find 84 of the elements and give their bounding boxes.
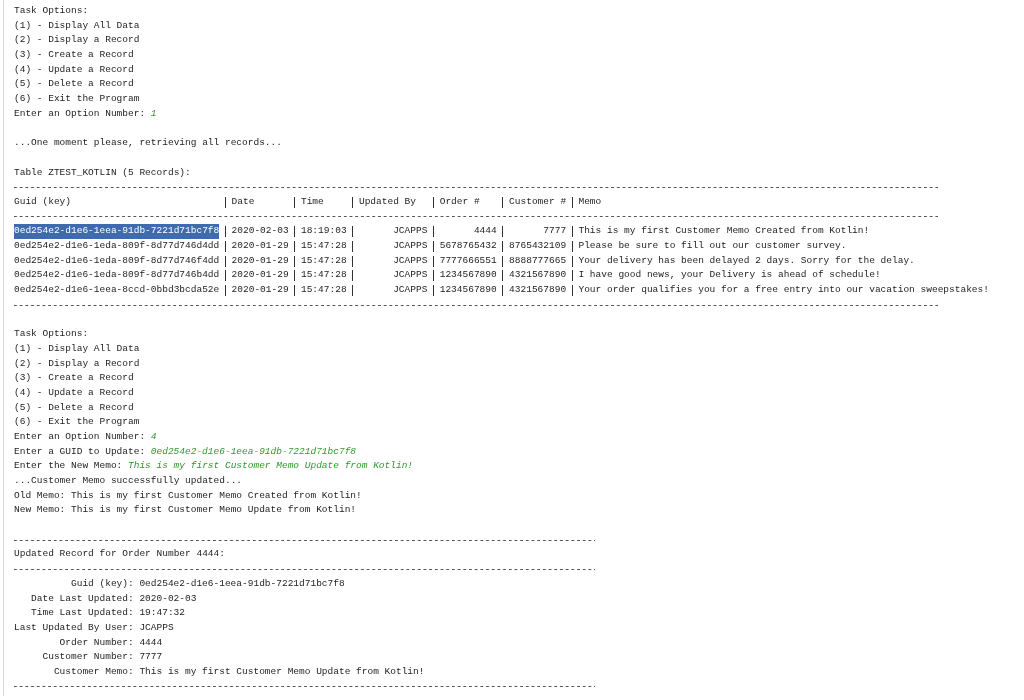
field-value: 0ed254e2-d1e6-1eea-91db-7221d71bc7f8: [139, 576, 345, 591]
column-header: Memo: [578, 194, 602, 209]
column-header: Date: [231, 194, 255, 209]
prompt-text: Enter an Option Number:: [14, 106, 146, 121]
console-text: (5) - Delete a Record: [14, 400, 134, 415]
field-label: Last Updated By User:: [14, 620, 134, 635]
table-cell: JCAPPS: [393, 283, 428, 298]
table-cell-text: JCAPPS: [393, 268, 428, 283]
field-value: 19:47:32: [139, 606, 185, 621]
console-text: ...One moment please, retrieving all records...: [14, 136, 282, 151]
console-text: (3) - Create a Record: [14, 371, 134, 386]
table-cell-text: Please be sure to fill out our customer survey.: [578, 239, 847, 253]
input-value: 0ed254e2-d1e6-1eea-91db-7221d71bc7f8: [150, 444, 357, 459]
table-cell: 15:47:28: [300, 283, 347, 298]
table-cell-text: 8888777665: [509, 253, 567, 268]
prompt-text: Enter an Option Number:: [14, 429, 146, 444]
table-cell: 4444: [473, 224, 497, 239]
console-text: New Memo: This is my first Customer Memo Update from Kotlin!: [14, 503, 357, 518]
table-cell-text: 2020-01-29: [231, 239, 289, 253]
field-label: Order Number:: [58, 635, 134, 650]
column-header: Order #: [439, 194, 480, 209]
table-cell: Your order qualifies you for a free entry into our vacation sweepstakes!: [578, 283, 989, 298]
table-cell-text: 5678765432: [439, 239, 497, 253]
field-value: 7777: [139, 650, 163, 665]
table-cell-text: 15:47:28: [300, 268, 347, 283]
console-text: Task Options:: [14, 4, 89, 18]
table-cell-text: 2020-01-29: [231, 253, 289, 268]
table-cell-text: I have good news, your Delivery is ahead of schedule!: [578, 268, 881, 283]
column-header: Guid (key): [14, 194, 71, 209]
input-value: 4: [150, 429, 157, 444]
field-label: Date Last Updated:: [30, 591, 134, 606]
table-cell-text: 4321567890: [509, 268, 567, 283]
console-text: (4) - Update a Record: [14, 62, 134, 77]
prompt-text: Enter a GUID to Update:: [14, 444, 146, 459]
field-value: This is my first Customer Memo Update from Kotlin!: [139, 664, 425, 679]
table-cell-text: 0ed254e2-d1e6-1eda-809f-8d77d746f4dd: [14, 253, 220, 268]
field-label: Time Last Updated:: [30, 606, 134, 621]
console-text: (1) - Display All Data: [14, 18, 140, 33]
console-text: Old Memo: This is my first Customer Memo Created from Kotlin!: [14, 488, 362, 503]
field-label: Customer Number:: [41, 650, 134, 665]
console-text: Updated Record for Order Number 4444:: [14, 547, 225, 562]
column-header: Updated By: [358, 194, 416, 209]
column-header: Time: [300, 194, 324, 209]
table-cell: 0ed254e2-d1e6-1eea-91db-7221d71bc7f8: [14, 224, 220, 239]
table-cell-text: 15:47:28: [300, 239, 347, 253]
table-cell-text: JCAPPS: [393, 253, 428, 268]
table-cell-text: 2020-01-29: [231, 268, 289, 283]
table-cell: 2020-01-29: [231, 283, 289, 298]
table-cell-text: JCAPPS: [393, 239, 428, 253]
table-cell: 1234567890: [439, 283, 497, 298]
field-label: Customer Memo:: [52, 664, 134, 679]
console-text: Task Options:: [14, 327, 89, 342]
table-cell: JCAPPS: [393, 224, 428, 239]
table-cell: 7777: [543, 224, 567, 239]
table-cell-text: 7777666551: [439, 253, 497, 268]
console-text: (1) - Display All Data: [14, 341, 140, 356]
table-cell: 2020-02-03: [231, 224, 289, 239]
console-text: Table ZTEST_KOTLIN (5 Records):: [14, 165, 191, 180]
table-cell: 4321567890: [509, 283, 567, 298]
console-text: (6) - Exit the Program: [14, 92, 140, 107]
table-cell-text: 0ed254e2-d1e6-1eda-809f-8d77d746d4dd: [14, 239, 220, 253]
table-cell-text: 0ed254e2-d1e6-1eda-809f-8d77d746b4dd: [14, 268, 220, 283]
field-value: JCAPPS: [139, 620, 174, 635]
console-text: (6) - Exit the Program: [14, 415, 140, 430]
field-label: Guid (key):: [70, 576, 134, 591]
table-cell-text: 8765432109: [509, 239, 567, 253]
table-cell: 0ed254e2-d1e6-1eea-8ccd-0bbd3bcda52e: [14, 283, 220, 298]
field-value: 4444: [139, 635, 163, 650]
console-text: (4) - Update a Record: [14, 385, 134, 400]
field-value: 2020-02-03: [139, 591, 197, 606]
table-cell-text: Your delivery has been delayed 2 days. Sorry for the delay.: [578, 253, 915, 268]
console-text: (3) - Create a Record: [14, 48, 134, 63]
input-value: 1: [150, 106, 157, 121]
table-cell-text: 15:47:28: [300, 253, 347, 268]
console-text: (2) - Display a Record: [14, 33, 140, 48]
column-header: Customer #: [509, 194, 567, 209]
console-text: (5) - Delete a Record: [14, 77, 134, 92]
console-text: ...Customer Memo successfully updated...: [14, 474, 243, 488]
console-text: (2) - Display a Record: [14, 356, 140, 371]
table-cell: 18:19:03: [300, 224, 347, 239]
table-cell-text: 1234567890: [439, 268, 497, 283]
input-value: This is my first Customer Memo Update from Kotlin!: [128, 459, 414, 474]
table-cell: This is my first Customer Memo Created from Kotlin!: [578, 224, 870, 239]
prompt-text: Enter the New Memo:: [14, 459, 123, 474]
